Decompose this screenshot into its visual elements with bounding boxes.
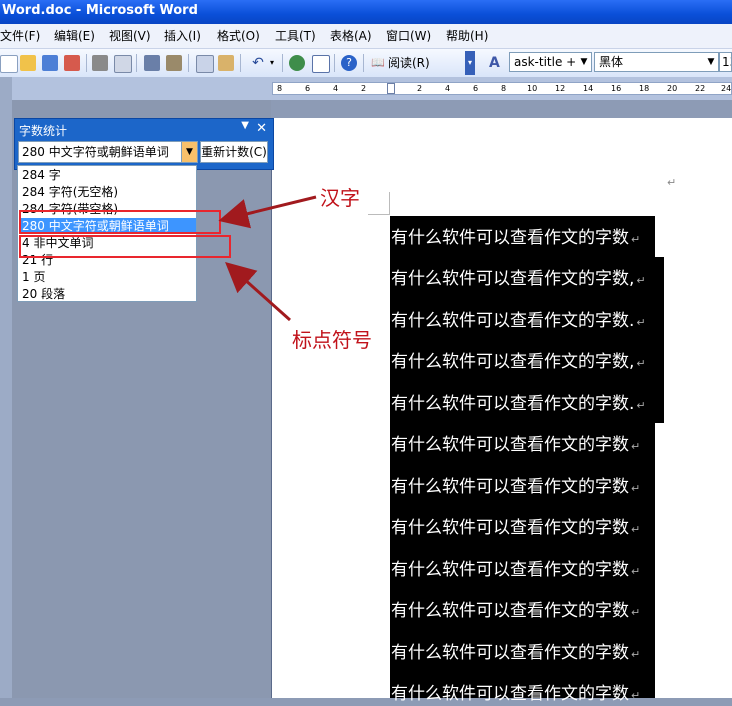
document-line[interactable]: 有什么软件可以查看作文的字数 ↵ (391, 477, 640, 499)
annotation-chinese-chars: 汉字 (320, 186, 360, 210)
document-line[interactable]: 有什么软件可以查看作文的字数 ↵ (391, 518, 640, 540)
arrow-to-chinese-box (218, 195, 317, 229)
annotation-punctuation: 标点符号 (292, 328, 372, 352)
document-line[interactable]: 有什么软件可以查看作文的字数 ↵ (391, 684, 640, 706)
selection-overhang (655, 257, 664, 423)
document-line[interactable]: 有什么软件可以查看作文的字数, ↵ (391, 352, 646, 374)
arrow-to-punctuation-box (225, 262, 291, 322)
document-line[interactable]: 有什么软件可以查看作文的字数 ↵ (391, 435, 640, 457)
document-line[interactable]: 有什么软件可以查看作文的字数 ↵ (391, 601, 640, 623)
document-line[interactable]: 有什么软件可以查看作文的字数 ↵ (391, 643, 640, 665)
document-line[interactable]: 有什么软件可以查看作文的字数. ↵ (391, 311, 646, 333)
document-line[interactable]: 有什么软件可以查看作文的字数 ↵ (391, 560, 640, 582)
document-line[interactable]: 有什么软件可以查看作文的字数, ↵ (391, 269, 646, 291)
document-line[interactable]: 有什么软件可以查看作文的字数 ↵ (391, 228, 640, 250)
document-line[interactable]: 有什么软件可以查看作文的字数. ↵ (391, 394, 646, 416)
